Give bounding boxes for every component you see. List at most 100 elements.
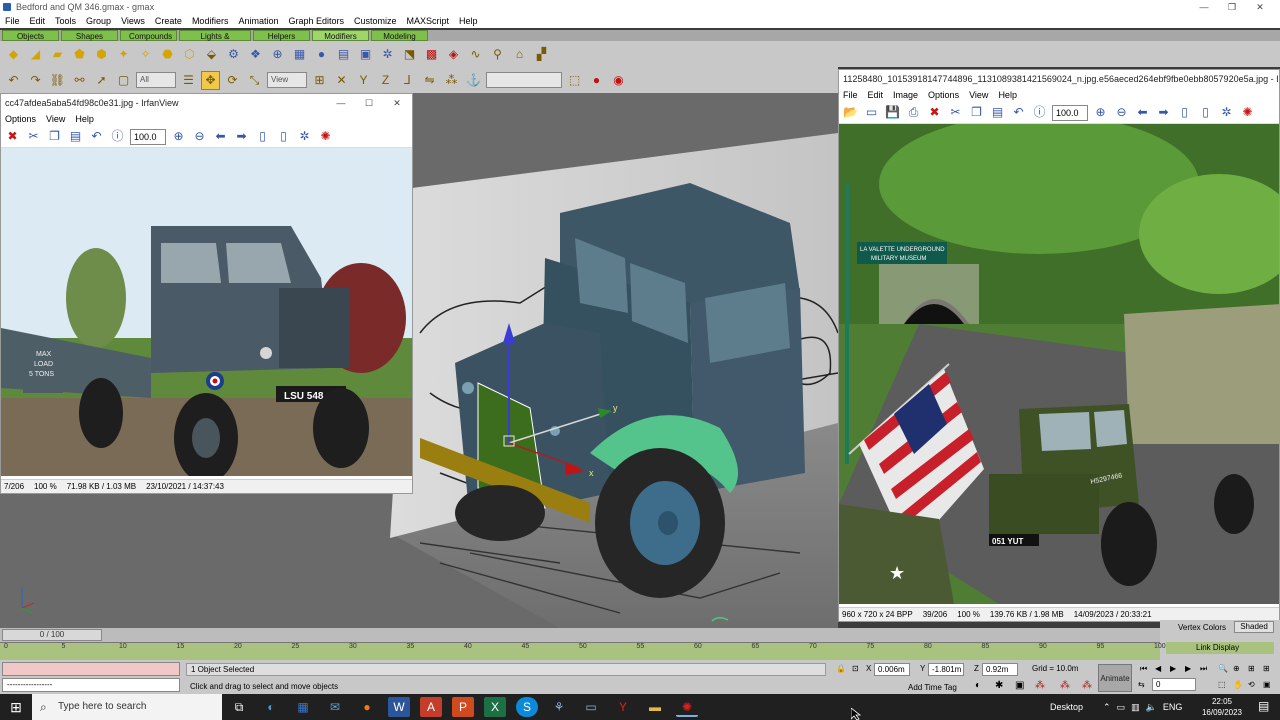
spline-icon[interactable]: ∿ bbox=[466, 45, 485, 64]
selection-filter-dropdown[interactable]: All bbox=[136, 72, 176, 88]
copy-icon[interactable]: ❐ bbox=[968, 104, 985, 121]
noise-icon[interactable]: ◈ bbox=[444, 45, 463, 64]
pivot-icon[interactable]: ⊞ bbox=[310, 71, 329, 90]
shaded-dropdown[interactable]: Shaded bbox=[1234, 621, 1274, 633]
tab-modifiers[interactable]: Modifiers bbox=[312, 30, 369, 41]
uvw-icon[interactable]: ▦ bbox=[290, 45, 309, 64]
irfanview-logo-icon[interactable]: ✺ bbox=[1239, 104, 1256, 121]
material-editor-icon[interactable]: ⬚ bbox=[565, 71, 584, 90]
restrict-z-icon[interactable]: Z bbox=[376, 71, 395, 90]
cylinder-icon[interactable]: ▤ bbox=[334, 45, 353, 64]
tray-volume-icon[interactable]: 🔈 bbox=[1146, 702, 1157, 713]
vertex-icon[interactable]: ◆ bbox=[4, 45, 23, 64]
restrict-xy-icon[interactable]: ⅃ bbox=[398, 71, 417, 90]
settings-icon[interactable]: ✲ bbox=[1218, 104, 1235, 121]
goto-end-icon[interactable]: ⏭ bbox=[1200, 664, 1207, 674]
iv-right-menu-edit[interactable]: Edit bbox=[868, 88, 884, 102]
info-icon[interactable]: ⓘ bbox=[109, 128, 126, 145]
menu-maxscript[interactable]: MAXScript bbox=[407, 14, 450, 28]
tab-helpers[interactable]: Helpers bbox=[253, 30, 310, 41]
time-slider[interactable]: 0 / 100 bbox=[0, 628, 1160, 642]
iv-right-menu-help[interactable]: Help bbox=[998, 88, 1017, 102]
tray-chevron-icon[interactable]: ⌃ bbox=[1103, 702, 1111, 713]
lock-selection-icon[interactable]: 🔒 bbox=[836, 664, 846, 673]
maximize-viewport-icon[interactable]: ▣ bbox=[1263, 680, 1271, 689]
file-explorer-icon[interactable]: ▬ bbox=[644, 697, 666, 717]
edge-icon[interactable]: ◢ bbox=[26, 45, 45, 64]
desktop-toolbar[interactable]: Desktop bbox=[1050, 702, 1083, 712]
menu-edit[interactable]: Edit bbox=[30, 14, 46, 28]
irfanview-left-maximize[interactable]: ☐ bbox=[355, 96, 383, 110]
zoom-icon[interactable]: 🔍 bbox=[1218, 664, 1228, 673]
close-button[interactable]: ✕ bbox=[1246, 0, 1274, 14]
page-prev-icon[interactable]: ▯ bbox=[254, 128, 271, 145]
page-prev-icon[interactable]: ▯ bbox=[1176, 104, 1193, 121]
maxscript-listener-input[interactable]: ----------------- bbox=[2, 678, 180, 692]
network-app-icon[interactable]: ⚘ bbox=[548, 697, 570, 717]
next-icon[interactable]: ➡ bbox=[1155, 104, 1172, 121]
info-icon[interactable]: ⓘ bbox=[1031, 104, 1048, 121]
iv-right-menu-view[interactable]: View bbox=[969, 88, 988, 102]
menu-help[interactable]: Help bbox=[459, 14, 478, 28]
edge-icon[interactable]: ◐ bbox=[260, 697, 282, 717]
cage-icon[interactable]: ⬔ bbox=[400, 45, 419, 64]
move-icon[interactable]: ✥ bbox=[201, 70, 220, 90]
zoom-extents-all-icon[interactable]: ⊞ bbox=[1263, 664, 1270, 673]
iv-right-menu-image[interactable]: Image bbox=[893, 88, 918, 102]
lattice-icon[interactable]: ▩ bbox=[422, 45, 441, 64]
print-icon[interactable]: ⎙ bbox=[905, 104, 922, 121]
named-selection-dropdown[interactable] bbox=[486, 72, 562, 88]
open-folder-icon[interactable]: 📂 bbox=[842, 104, 859, 121]
restore-button[interactable]: ❐ bbox=[1218, 0, 1246, 14]
box-icon[interactable]: ▣ bbox=[356, 45, 375, 64]
y-coord-field[interactable]: -1.801m bbox=[928, 663, 964, 676]
keyboard-shortcut-icon[interactable]: ⁂ bbox=[1060, 680, 1070, 691]
taskbar-search-box[interactable]: ⌕ Type here to search bbox=[32, 694, 222, 720]
gear-icon[interactable]: ✲ bbox=[378, 45, 397, 64]
tab-shapes[interactable]: Shapes bbox=[61, 30, 118, 41]
link-display-rollout[interactable]: Link Display bbox=[1166, 642, 1274, 654]
tray-meet-icon[interactable]: ▭ bbox=[1117, 702, 1126, 713]
zoom-out-icon[interactable]: ⊖ bbox=[1113, 104, 1130, 121]
unlink-icon[interactable]: ⚯ bbox=[70, 71, 89, 90]
snap-toggle-icon[interactable]: ◐ bbox=[975, 680, 981, 691]
zoom-out-icon[interactable]: ⊖ bbox=[191, 128, 208, 145]
checker-icon[interactable]: ▞ bbox=[532, 45, 551, 64]
render-icon[interactable]: ● bbox=[587, 71, 606, 90]
menu-file[interactable]: File bbox=[5, 14, 20, 28]
window-crossing-icon[interactable]: ⁂ bbox=[1082, 680, 1092, 691]
select-by-name-icon[interactable]: ☰ bbox=[179, 71, 198, 90]
menu-customize[interactable]: Customize bbox=[354, 14, 397, 28]
acrobat-icon[interactable]: A bbox=[420, 697, 442, 717]
irfanview-left-minimize[interactable]: — bbox=[327, 96, 355, 110]
previous-icon[interactable]: ⬅ bbox=[1134, 104, 1151, 121]
cut-icon[interactable]: ✂ bbox=[25, 128, 42, 145]
powerpoint-icon[interactable]: P bbox=[452, 697, 474, 717]
prev-frame-icon[interactable]: ◀ bbox=[1155, 664, 1161, 673]
skype-icon[interactable]: S bbox=[516, 697, 538, 717]
next-icon[interactable]: ➡ bbox=[233, 128, 250, 145]
region-zoom-icon[interactable]: ⬚ bbox=[1218, 680, 1226, 689]
pan-icon[interactable]: ✋ bbox=[1233, 680, 1243, 689]
zoom-field[interactable]: 100.0 bbox=[130, 128, 166, 145]
menu-modifiers[interactable]: Modifiers bbox=[192, 14, 229, 28]
iv-right-menu-file[interactable]: File bbox=[843, 88, 858, 102]
zoom-all-icon[interactable]: ⊕ bbox=[1233, 664, 1240, 673]
select-icon[interactable]: ✦ bbox=[114, 45, 133, 64]
excel-icon[interactable]: X bbox=[484, 697, 506, 717]
reference-coordinate-dropdown[interactable]: View bbox=[267, 72, 307, 88]
key-mode-icon[interactable]: ⇆ bbox=[1138, 680, 1145, 689]
tessellate-icon[interactable]: ❖ bbox=[246, 45, 265, 64]
restrict-y-icon[interactable]: Y bbox=[354, 71, 373, 90]
z-coord-field[interactable]: 0.92m bbox=[982, 663, 1018, 676]
hat-icon[interactable]: ⌂ bbox=[510, 45, 529, 64]
arc-rotate-icon[interactable]: ⟲ bbox=[1248, 680, 1255, 689]
iv-right-menu-options[interactable]: Options bbox=[928, 88, 959, 102]
face-icon[interactable]: ▰ bbox=[48, 45, 67, 64]
word-icon[interactable]: W bbox=[388, 697, 410, 717]
chamfer-icon[interactable]: ⬙ bbox=[202, 45, 221, 64]
time-slider-thumb[interactable]: 0 / 100 bbox=[2, 629, 102, 641]
absolute-mode-icon[interactable]: ⊡ bbox=[852, 664, 859, 673]
restrict-x-icon[interactable]: ✕ bbox=[332, 71, 351, 90]
undo-icon[interactable]: ↶ bbox=[88, 128, 105, 145]
